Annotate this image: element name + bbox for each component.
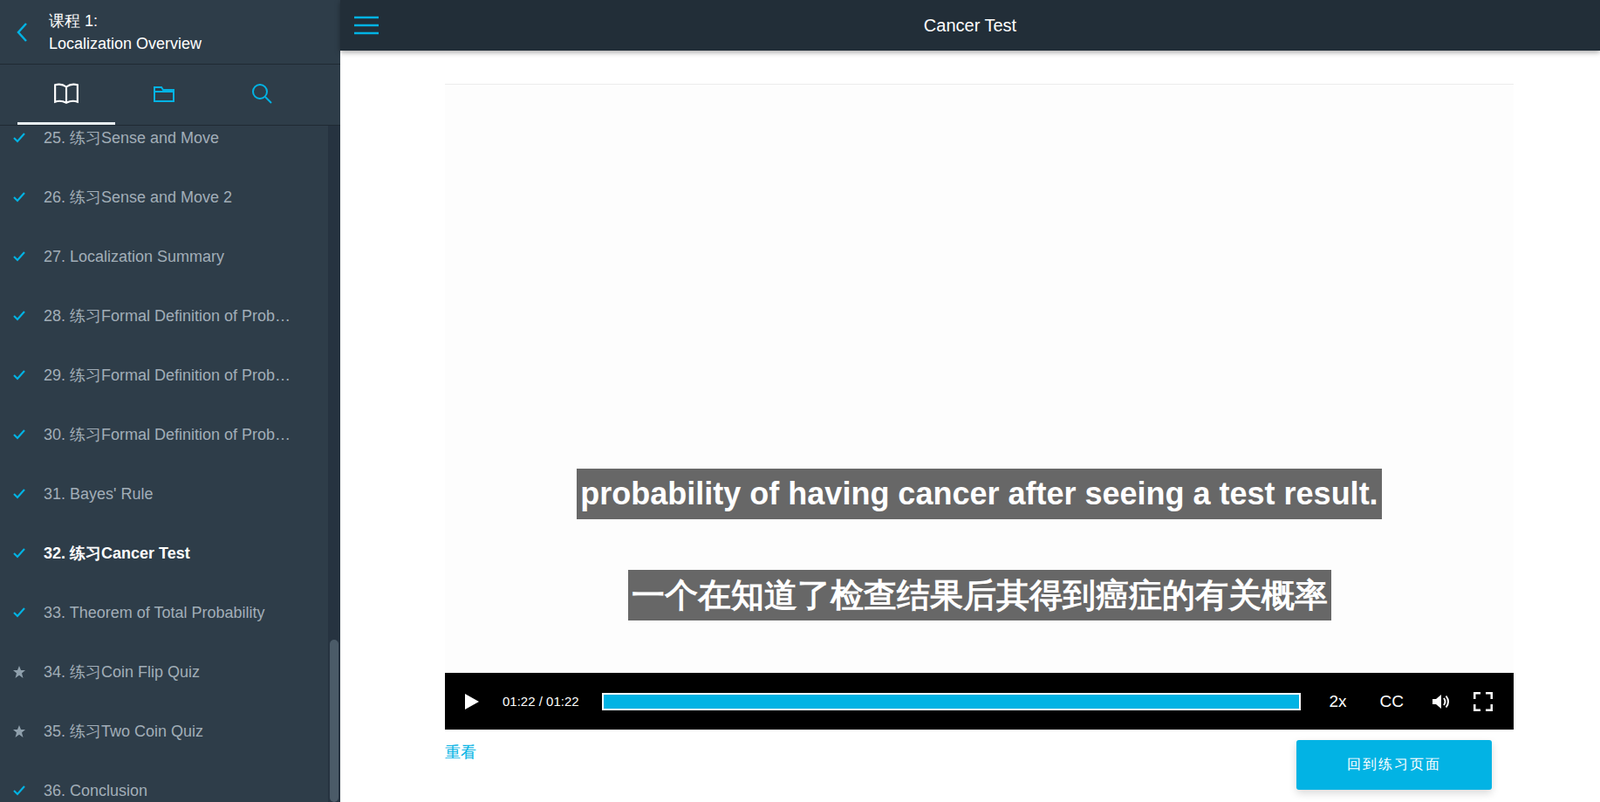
- subtitles: probability of having cancer after seein…: [444, 468, 1514, 621]
- lesson-label: 35. 练习Two Coin Quiz: [43, 720, 204, 742]
- action-row: 重看 回到练习页面: [444, 729, 1514, 790]
- content: probability of having cancer after seein…: [340, 50, 1600, 790]
- lesson-item[interactable]: 34. 练习Coin Flip Quiz: [0, 642, 329, 702]
- course-page: 课程 1:Localization Overview 25. 练习Sense an…: [0, 0, 1600, 802]
- check-icon: [12, 130, 27, 145]
- lesson-item[interactable]: 26. 练习Sense and Move 2: [0, 167, 329, 227]
- video-controls: 01:22 / 01:22 2x CC: [444, 672, 1514, 730]
- star-icon: [12, 664, 27, 679]
- subtitle-chinese: 一个在知道了检查结果后其得到癌症的有关概率: [628, 569, 1332, 621]
- check-icon: [12, 190, 27, 205]
- lesson-item[interactable]: 30. 练习Formal Definition of Prob…: [0, 404, 329, 465]
- course-header: 课程 1:Localization Overview: [0, 0, 341, 65]
- check-icon: [12, 486, 27, 501]
- back-arrow-icon[interactable]: [15, 21, 28, 43]
- sidebar-tab[interactable]: [17, 64, 116, 125]
- search-icon: [250, 82, 274, 105]
- course-name: Localization Overview: [48, 32, 202, 55]
- check-icon: [12, 605, 27, 620]
- sidebar-tab[interactable]: [212, 64, 311, 125]
- lesson-label: 36. Conclusion: [43, 781, 148, 800]
- star-icon: [12, 724, 27, 739]
- lesson-item[interactable]: 36. Conclusion: [0, 760, 329, 802]
- check-icon: [12, 546, 27, 561]
- speed-button[interactable]: 2x: [1328, 691, 1347, 712]
- lesson-label: 27. Localization Summary: [43, 247, 225, 267]
- play-icon[interactable]: [464, 692, 480, 711]
- video-frame[interactable]: probability of having cancer after seein…: [444, 83, 1514, 673]
- lesson-label: 29. 练习Formal Definition of Prob…: [43, 364, 291, 386]
- lesson-area: 25. 练习Sense and Move 26. 练习Sense and Move…: [0, 125, 341, 802]
- sidebar-tab[interactable]: [115, 64, 213, 125]
- lesson-item[interactable]: 33. Theorem of Total Probability: [0, 582, 329, 643]
- page-title: Cancer Test: [378, 15, 1600, 36]
- check-icon: [12, 249, 27, 264]
- progress-fill: [603, 694, 1300, 709]
- sidebar-scrollbar[interactable]: [328, 125, 341, 802]
- lesson-label: 26. 练习Sense and Move 2: [43, 186, 233, 208]
- lesson-label: 28. 练习Formal Definition of Prob…: [43, 305, 291, 327]
- lesson-label: 33. Theorem of Total Probability: [43, 603, 265, 623]
- captions-button[interactable]: CC: [1380, 691, 1404, 712]
- lesson-item[interactable]: 29. 练习Formal Definition of Prob…: [0, 345, 329, 405]
- progress-bar[interactable]: [601, 692, 1302, 711]
- video-player: probability of having cancer after seein…: [444, 83, 1514, 730]
- replay-link[interactable]: 重看: [444, 741, 477, 763]
- sidebar-tabs: [0, 64, 341, 126]
- main-area: Cancer Test probability of having cancer …: [340, 0, 1600, 802]
- lesson-item[interactable]: 28. 练习Formal Definition of Prob…: [0, 286, 329, 346]
- lesson-item[interactable]: 35. 练习Two Coin Quiz: [0, 701, 329, 761]
- lesson-item[interactable]: 27. Localization Summary: [0, 226, 329, 287]
- book-icon: [53, 82, 80, 105]
- lesson-list: 25. 练习Sense and Move 26. 练习Sense and Move…: [0, 125, 329, 802]
- check-icon: [12, 368, 27, 383]
- folder-icon: [152, 83, 176, 103]
- back-to-exercise-button[interactable]: 回到练习页面: [1296, 739, 1492, 790]
- check-icon: [12, 427, 27, 442]
- lesson-label: 30. 练习Formal Definition of Prob…: [43, 423, 291, 445]
- course-label: 课程 1:: [48, 9, 202, 33]
- lesson-item[interactable]: 25. 练习Sense and Move: [0, 125, 329, 168]
- hamburger-menu-icon[interactable]: [354, 15, 379, 35]
- lesson-label: 32. 练习Cancer Test: [43, 542, 191, 564]
- lesson-item[interactable]: 32. 练习Cancer Test: [0, 523, 329, 583]
- course-title: 课程 1:Localization Overview: [48, 9, 202, 55]
- lesson-label: 25. 练习Sense and Move: [43, 127, 219, 149]
- lesson-item[interactable]: 31. Bayes' Rule: [0, 464, 329, 524]
- sidebar: 课程 1:Localization Overview 25. 练习Sense an…: [0, 0, 341, 802]
- fullscreen-icon[interactable]: [1473, 691, 1493, 712]
- check-icon: [12, 783, 27, 798]
- video-time: 01:22 / 01:22: [502, 693, 580, 709]
- volume-icon[interactable]: [1431, 692, 1451, 711]
- check-icon: [12, 308, 27, 323]
- lesson-label: 31. Bayes' Rule: [43, 485, 154, 504]
- lesson-label: 34. 练习Coin Flip Quiz: [43, 661, 200, 683]
- top-bar: Cancer Test: [340, 0, 1600, 51]
- subtitle-english: probability of having cancer after seein…: [576, 468, 1382, 520]
- scrollbar-thumb[interactable]: [329, 639, 339, 802]
